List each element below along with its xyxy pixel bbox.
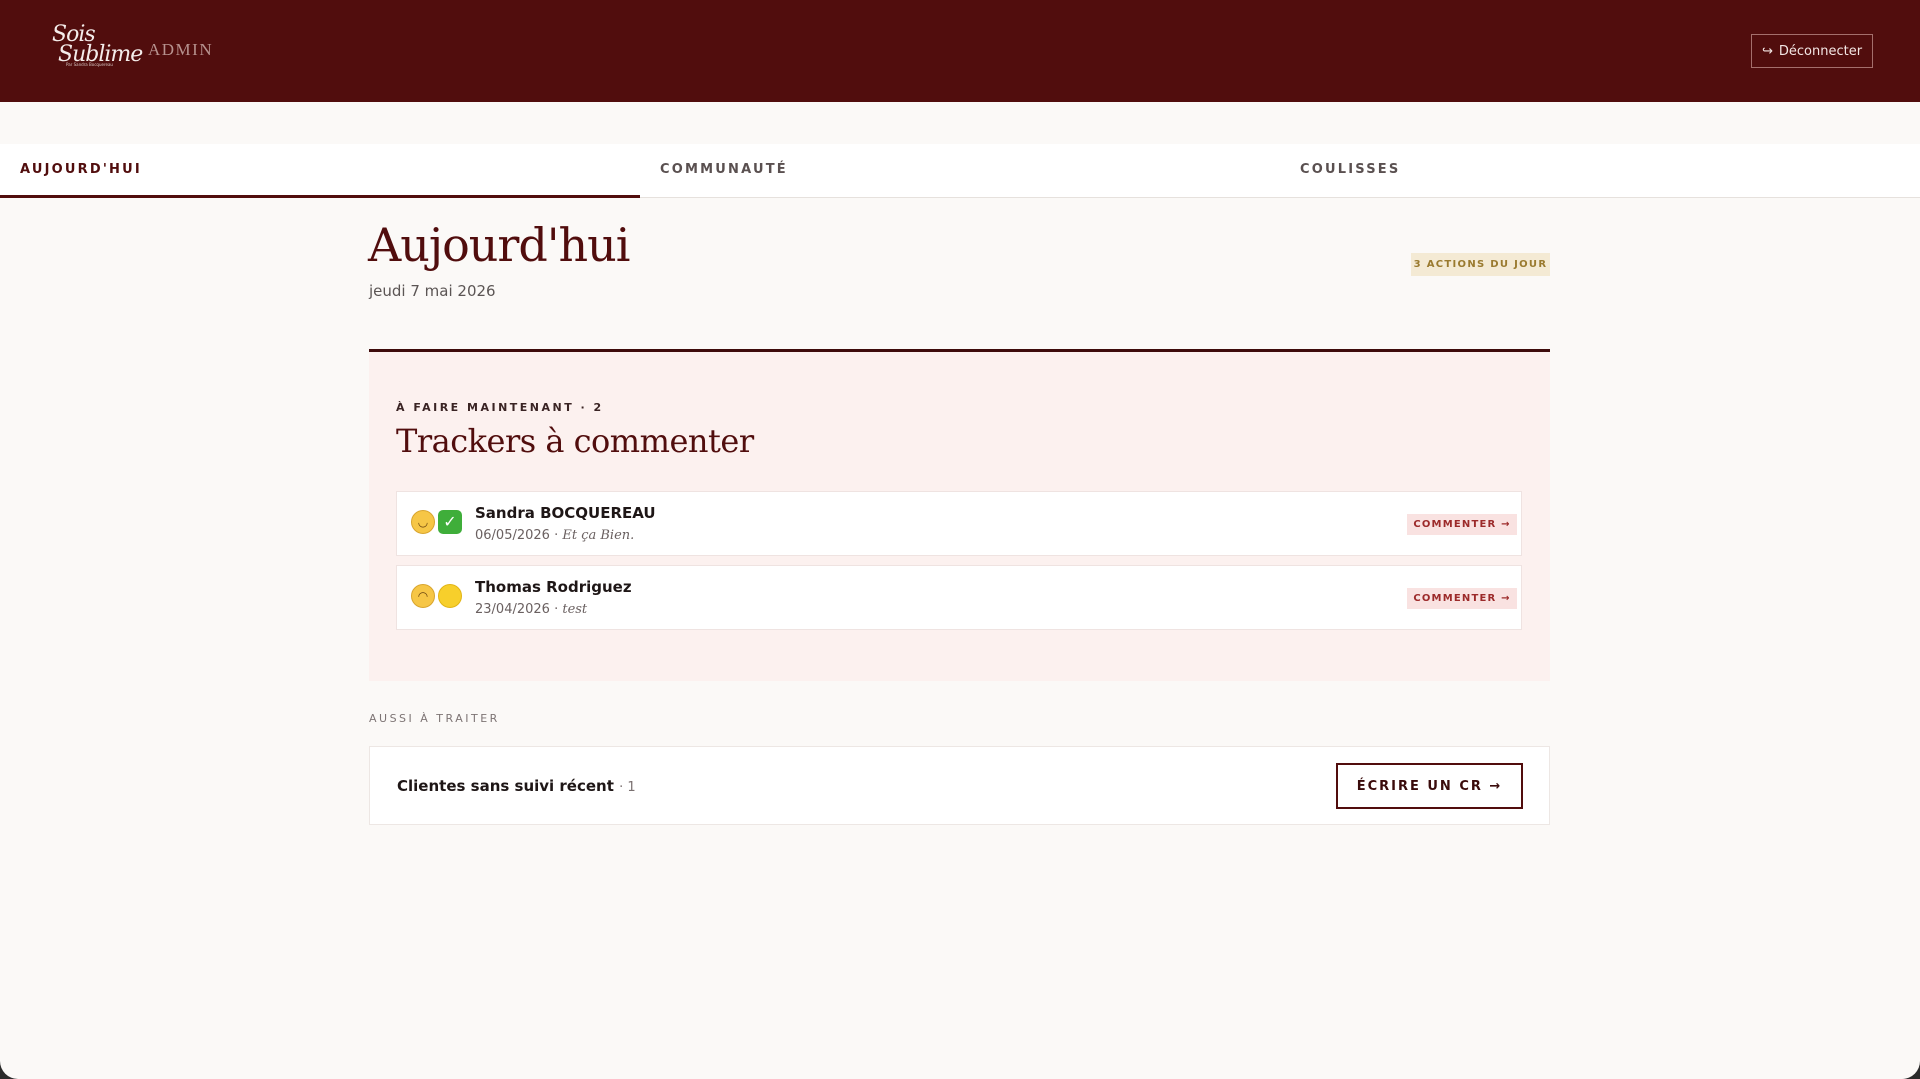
tracker-client-name: Sandra BOCQUEREAU	[475, 504, 656, 522]
tracker-mood-icons: ◠	[411, 584, 462, 608]
logout-arrow-icon: ↪	[1761, 43, 1773, 59]
followup-count: · 1	[619, 780, 636, 795]
comment-button[interactable]: COMMENTER →	[1407, 588, 1517, 609]
followup-text: Clientes sans suivi récent	[397, 777, 614, 795]
check-mark-icon: ✓	[438, 510, 462, 534]
logo-subtext: Par Sandra Bocquereau	[66, 62, 113, 67]
urgent-title: Trackers à commenter	[396, 422, 754, 460]
page-date: jeudi 7 mai 2026	[369, 282, 496, 300]
slightly-smiling-face-icon: ◡	[411, 510, 435, 534]
admin-label: ADMIN	[148, 40, 214, 59]
urgent-kicker: À FAIRE MAINTENANT · 2	[396, 401, 604, 414]
tracker-mood-icons: ◡ ✓	[411, 510, 462, 534]
also-section-label: AUSSI À TRAITER	[369, 712, 500, 725]
tracker-date: 06/05/2026	[475, 528, 550, 543]
followup-card: Clientes sans suivi récent · 1 ÉCRIRE UN…	[369, 746, 1550, 825]
write-report-button[interactable]: ÉCRIRE UN CR →	[1336, 763, 1523, 809]
tracker-row[interactable]: ◠ Thomas Rodriguez 23/04/2026 · test COM…	[396, 565, 1522, 630]
tracker-note: test	[562, 602, 588, 617]
tracker-note: Et ça Bien.	[562, 528, 635, 543]
comment-button[interactable]: COMMENTER →	[1407, 514, 1517, 535]
actions-count-badge: 3 ACTIONS DU JOUR	[1411, 253, 1550, 276]
urgent-section: À FAIRE MAINTENANT · 2 Trackers à commen…	[369, 349, 1550, 681]
yellow-circle-icon	[438, 584, 462, 608]
tracker-client-name: Thomas Rodriguez	[475, 578, 632, 596]
followup-label: Clientes sans suivi récent · 1	[397, 777, 636, 795]
logout-label: Déconnecter	[1778, 43, 1863, 59]
main-tabs: AUJOURD'HUI COMMUNAUTÉ COULISSES	[0, 144, 1920, 198]
tracker-row[interactable]: ◡ ✓ Sandra BOCQUEREAU 06/05/2026 · Et ça…	[396, 491, 1522, 556]
top-header: Sois Sublime Par Sandra Bocquereau ADMIN…	[0, 0, 1920, 102]
grinning-face-icon: ◠	[411, 584, 435, 608]
tracker-meta: 06/05/2026 · Et ça Bien.	[475, 528, 635, 543]
logout-button[interactable]: ↪ Déconnecter	[1751, 34, 1873, 68]
tab-coulisses[interactable]: COULISSES	[1280, 144, 1920, 198]
tracker-meta: 23/04/2026 · test	[475, 602, 588, 617]
page-title: Aujourd'hui	[368, 218, 630, 272]
tracker-date: 23/04/2026	[475, 602, 550, 617]
logo-wordmark: Sois Sublime	[52, 22, 143, 67]
tab-aujourdhui[interactable]: AUJOURD'HUI	[0, 144, 640, 198]
tab-communaute[interactable]: COMMUNAUTÉ	[640, 144, 1280, 198]
brand-logo[interactable]: Sois Sublime Par Sandra Bocquereau	[50, 22, 143, 72]
app-window: Sois Sublime Par Sandra Bocquereau ADMIN…	[0, 0, 1920, 1079]
